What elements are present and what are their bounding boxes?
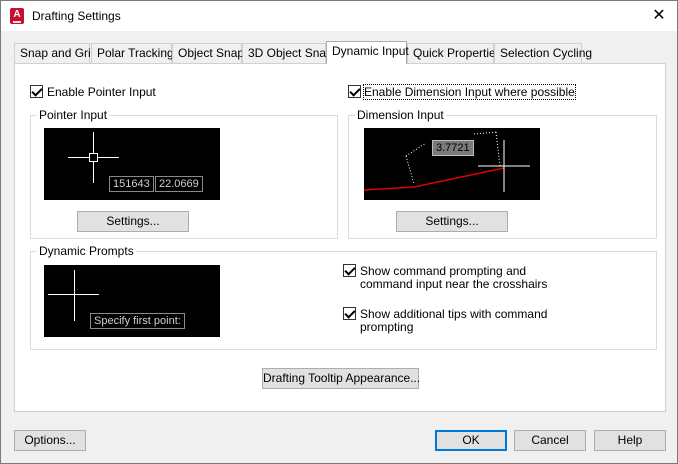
show-command-prompting-checkbox[interactable] (343, 264, 356, 277)
tab-object-snap[interactable]: Object Snap (172, 43, 244, 63)
tab-polar-tracking[interactable]: Polar Tracking (91, 43, 174, 63)
dimension-settings-button[interactable]: Settings... (396, 211, 508, 232)
pointer-x-tooltip: 151643 (109, 176, 154, 192)
pointer-input-preview: 151643 22.0669 (44, 128, 220, 200)
pointer-settings-button[interactable]: Settings... (77, 211, 189, 232)
show-command-prompting-label-line1[interactable]: Show command prompting and (360, 264, 526, 278)
dynamic-prompts-group: Dynamic Prompts Specify first point: Sho… (30, 244, 657, 350)
dynamic-input-panel: Enable Pointer Input Enable Dimension In… (14, 63, 666, 412)
crosshair-vertical (74, 270, 75, 321)
window-title: Drafting Settings (32, 9, 121, 23)
autocad-app-icon: A (10, 8, 24, 24)
cancel-button[interactable]: Cancel (514, 430, 586, 451)
show-additional-tips-label-line1[interactable]: Show additional tips with command (360, 307, 547, 321)
tab-selection-cycling[interactable]: Selection Cycling (494, 43, 592, 63)
dimension-value-tooltip: 3.7721 (432, 140, 474, 156)
tab-snap-and-grid[interactable]: Snap and Grid (14, 43, 97, 63)
drafting-settings-dialog: A Drafting Settings ✕ Snap and Grid Pola… (0, 0, 678, 464)
drafting-tooltip-appearance-button[interactable]: Drafting Tooltip Appearance... (262, 368, 420, 389)
enable-dimension-input-checkbox[interactable] (348, 85, 361, 98)
show-command-prompting-label-line2[interactable]: command input near the crosshairs (360, 277, 547, 291)
show-additional-tips-label-line2[interactable]: prompting (360, 320, 413, 334)
pointer-input-group: Pointer Input 151643 22.0669 Settings... (30, 108, 338, 239)
enable-pointer-input-checkbox[interactable] (30, 85, 43, 98)
pointer-input-group-title: Pointer Input (37, 108, 110, 122)
title-bar: A Drafting Settings ✕ (1, 1, 677, 31)
dynamic-prompts-preview: Specify first point: (44, 265, 220, 337)
prompt-tooltip: Specify first point: (90, 313, 185, 329)
close-icon[interactable]: ✕ (647, 4, 671, 28)
ok-button[interactable]: OK (435, 430, 507, 451)
options-button[interactable]: Options... (14, 430, 86, 451)
help-button[interactable]: Help (594, 430, 666, 451)
tab-3d-object-snap[interactable]: 3D Object Snap (242, 43, 333, 63)
tab-dynamic-input[interactable]: Dynamic Input (326, 41, 409, 64)
pointer-y-tooltip: 22.0669 (155, 176, 203, 192)
dimension-input-group-title: Dimension Input (355, 108, 446, 122)
enable-pointer-input-label[interactable]: Enable Pointer Input (47, 85, 156, 99)
dynamic-prompts-group-title: Dynamic Prompts (37, 244, 136, 258)
dimension-input-group: Dimension Input 3.7721 Settings... (348, 108, 657, 239)
tab-quick-properties[interactable]: Quick Properties (407, 43, 502, 63)
enable-dimension-input-label[interactable]: Enable Dimension Input where possible (363, 84, 576, 100)
pickbox-icon (89, 153, 98, 162)
dimension-input-preview: 3.7721 (364, 128, 540, 200)
show-additional-tips-checkbox[interactable] (343, 307, 356, 320)
dimension-preview-drawing (364, 131, 530, 192)
